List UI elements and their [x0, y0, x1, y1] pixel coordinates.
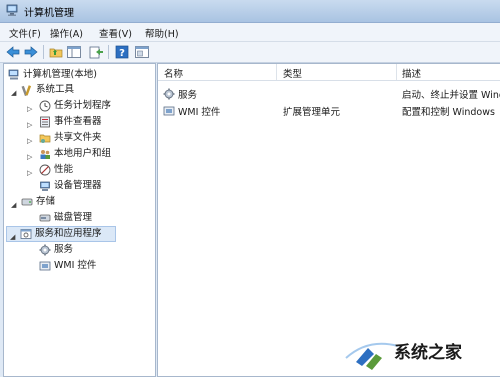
tree-item-device-manager-label: 设备管理器 — [54, 180, 102, 191]
tree-item-performance-label: 性能 — [54, 164, 74, 175]
column-header-name[interactable]: 名称 — [164, 66, 183, 80]
tree-item-storage-label: 存储 — [36, 196, 56, 207]
storage-icon — [21, 198, 33, 206]
tree-item-device-manager[interactable]: 设备管理器 — [6, 179, 151, 193]
title-bar: 计算机管理 — [0, 0, 500, 23]
expand-arrow-icon[interactable]: ▷ — [27, 102, 32, 116]
tree-item-event-viewer-label: 事件查看器 — [54, 116, 102, 127]
help-icon[interactable]: ? — [114, 44, 130, 60]
expand-arrow-icon[interactable]: ▷ — [27, 118, 32, 132]
menu-help[interactable]: 帮助(H) — [145, 26, 179, 40]
console-tree: 计算机管理(本地) ◢ 系统工具 ▷ 任务计划程序 ▷ 事件查看器 ▷ 共享文件… — [3, 63, 156, 377]
expand-arrow-icon[interactable]: ▷ — [27, 150, 32, 164]
column-header-desc[interactable]: 描述 — [402, 66, 421, 80]
column-header-type[interactable]: 类型 — [283, 66, 302, 80]
tree-item-local-users-label: 本地用户和组 — [54, 148, 112, 159]
tools-icon — [21, 85, 32, 96]
tree-item-system-tools[interactable]: ◢ 系统工具 — [6, 83, 151, 97]
list-item[interactable]: 服务 启动、终止并设置 Wind — [158, 86, 500, 101]
tree-item-services[interactable]: 服务 — [6, 243, 151, 257]
collapse-arrow-icon[interactable]: ◢ — [11, 86, 16, 100]
disk-management-icon — [39, 214, 51, 222]
device-manager-icon — [40, 181, 50, 191]
gear-icon — [163, 88, 175, 100]
up-folder-icon[interactable] — [48, 44, 64, 60]
menu-action[interactable]: 操作(A) — [50, 26, 83, 40]
toolbar-separator — [108, 45, 109, 59]
back-arrow-icon[interactable] — [5, 44, 21, 60]
tree-item-local-users[interactable]: ▷ 本地用户和组 — [6, 147, 151, 161]
wmi-control-icon — [163, 106, 175, 116]
event-viewer-icon — [40, 116, 50, 128]
gear-icon — [39, 244, 51, 256]
users-icon — [40, 150, 50, 159]
list-item-desc: 启动、终止并设置 Wind — [402, 90, 500, 101]
list-item-desc: 配置和控制 Windows — [402, 107, 495, 118]
tree-item-task-scheduler[interactable]: ▷ 任务计划程序 — [6, 99, 151, 113]
tree-item-root[interactable]: 计算机管理(本地) — [6, 68, 151, 82]
list-item-type: 扩展管理单元 — [283, 107, 341, 118]
tree-item-event-viewer[interactable]: ▷ 事件查看器 — [6, 115, 151, 129]
tree-item-system-tools-label: 系统工具 — [36, 84, 75, 95]
forward-arrow-icon[interactable] — [23, 44, 39, 60]
show-hide-tree-icon[interactable] — [66, 44, 82, 60]
watermark-text: 系统之家 — [394, 343, 462, 363]
svg-text:?: ? — [119, 48, 125, 59]
tree-item-task-scheduler-label: 任务计划程序 — [54, 100, 112, 111]
window-title: 计算机管理 — [24, 8, 74, 19]
list-item-name: 服务 — [178, 90, 198, 101]
export-list-icon[interactable] — [88, 44, 104, 60]
computer-management-icon — [8, 69, 19, 80]
tree-item-storage[interactable]: ◢ 存储 — [6, 195, 151, 209]
toolbar-separator — [43, 45, 44, 59]
collapse-arrow-icon[interactable]: ◢ — [10, 230, 15, 244]
tree-item-wmi[interactable]: WMI 控件 — [6, 259, 151, 273]
menu-file[interactable]: 文件(F) — [9, 26, 41, 40]
expand-arrow-icon[interactable]: ▷ — [27, 134, 32, 148]
clock-icon — [39, 100, 51, 112]
tree-item-disk-management[interactable]: 磁盘管理 — [6, 211, 151, 225]
toolbar: ? — [0, 42, 500, 63]
wmi-control-icon — [39, 261, 51, 271]
menu-view[interactable]: 查看(V) — [99, 26, 132, 40]
tree-item-services-apps[interactable]: ◢ 服务和应用程序 — [6, 226, 116, 242]
menu-bar: 文件(F) 操作(A) 查看(V) 帮助(H) — [0, 23, 500, 42]
tree-item-performance[interactable]: ▷ 性能 — [6, 163, 151, 177]
expand-arrow-icon[interactable]: ▷ — [27, 166, 32, 180]
watermark-logo: 系统之家 — [338, 318, 498, 374]
tree-item-services-apps-label: 服务和应用程序 — [35, 228, 102, 239]
collapse-arrow-icon[interactable]: ◢ — [11, 198, 16, 212]
shared-folder-icon — [39, 134, 51, 143]
tree-item-services-label: 服务 — [54, 244, 74, 255]
tree-item-shared-folders-label: 共享文件夹 — [54, 132, 102, 143]
list-item[interactable]: WMI 控件 扩展管理单元 配置和控制 Windows — [158, 103, 500, 118]
tree-item-wmi-label: WMI 控件 — [54, 260, 97, 271]
tree-item-root-label: 计算机管理(本地) — [23, 69, 97, 80]
performance-icon — [39, 164, 51, 176]
column-divider[interactable] — [276, 64, 277, 80]
column-divider[interactable] — [396, 64, 397, 80]
action-pane-icon[interactable] — [134, 44, 150, 60]
tree-item-disk-management-label: 磁盘管理 — [54, 212, 93, 223]
list-header: 名称 类型 描述 — [158, 64, 500, 81]
tree-item-shared-folders[interactable]: ▷ 共享文件夹 — [6, 131, 151, 145]
computer-management-icon — [6, 4, 18, 16]
services-apps-icon — [20, 229, 32, 239]
list-item-name: WMI 控件 — [178, 107, 221, 118]
